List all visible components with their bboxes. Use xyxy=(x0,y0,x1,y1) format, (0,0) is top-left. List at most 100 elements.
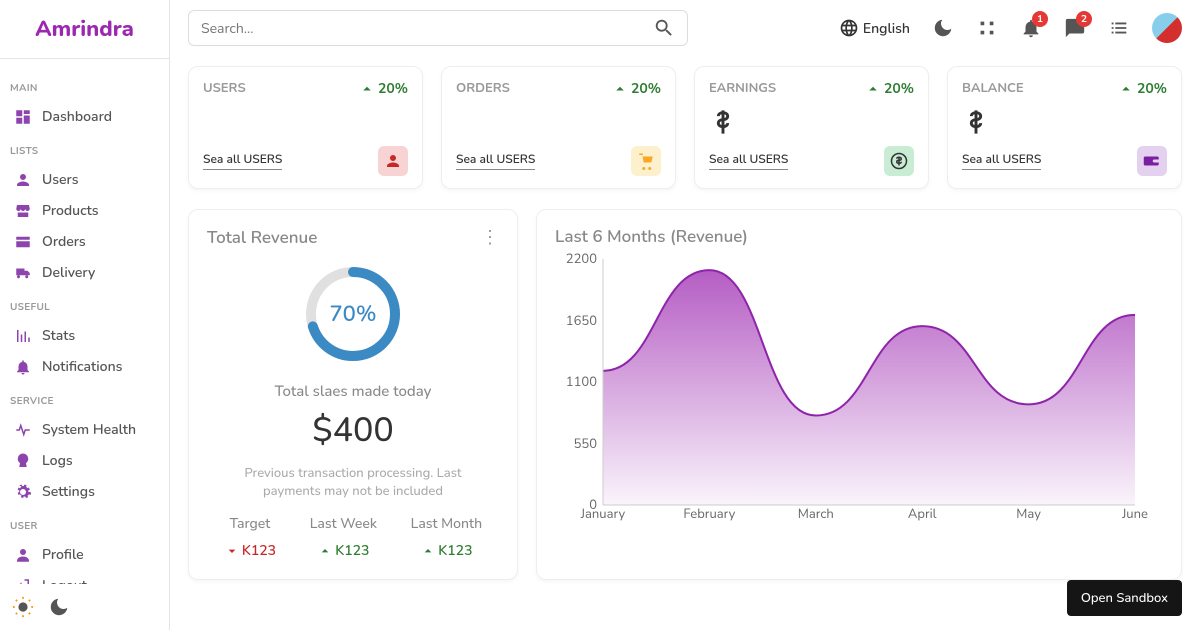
nav-group-title: USEFUL xyxy=(10,300,159,314)
chart-title: Last 6 Months (Revenue) xyxy=(555,226,1163,249)
rev-col-value: K123 xyxy=(224,541,276,560)
chevron-icon xyxy=(224,543,240,559)
bell-icon xyxy=(14,358,32,376)
sidebar-item-users[interactable]: Users xyxy=(10,164,159,195)
moon-icon[interactable] xyxy=(48,596,70,618)
sidebar-item-label: Profile xyxy=(42,545,84,564)
fullscreen-icon[interactable] xyxy=(976,17,998,39)
person-icon xyxy=(378,146,408,176)
sidebar-item-label: System Health xyxy=(42,420,136,439)
profile-icon xyxy=(14,546,32,564)
sidebar-item-products[interactable]: Products xyxy=(10,195,159,226)
revenue-title: Total Revenue xyxy=(207,227,317,250)
revenue-subtitle: Total slaes made today xyxy=(207,382,499,402)
y-tick: 1650 xyxy=(566,312,597,330)
nav-group-title: USER xyxy=(10,519,159,533)
sidebar-item-label: Users xyxy=(42,170,78,189)
widget-value xyxy=(456,104,661,140)
avatar[interactable] xyxy=(1152,13,1182,43)
rev-col-last-week: Last Week K123 xyxy=(310,514,377,560)
widget-pct: 20% xyxy=(864,79,914,98)
sidebar-item-settings[interactable]: Settings xyxy=(10,476,159,507)
sidebar-item-delivery[interactable]: Delivery xyxy=(10,257,159,288)
widget-link[interactable]: Sea all USERS xyxy=(962,152,1041,170)
sidebar-item-profile[interactable]: Profile xyxy=(10,539,159,570)
rev-col-value: K123 xyxy=(310,541,377,560)
dollar-icon xyxy=(709,108,737,136)
widget-link[interactable]: Sea all USERS xyxy=(203,152,282,170)
widget-pct: 20% xyxy=(611,79,661,98)
sidebar-item-notifications[interactable]: Notifications xyxy=(10,351,159,382)
language-selector[interactable]: English xyxy=(839,18,910,38)
sidebar-item-label: Stats xyxy=(42,326,75,345)
sun-icon[interactable] xyxy=(12,596,34,618)
notif-badge: 1 xyxy=(1032,11,1048,27)
widget-value xyxy=(203,104,408,140)
nav-group-title: SERVICE xyxy=(10,394,159,408)
chevron-up-icon xyxy=(611,80,629,98)
list-icon[interactable] xyxy=(1108,17,1130,39)
sidebar-item-logout[interactable]: Logout xyxy=(10,570,159,584)
sidebar-item-stats[interactable]: Stats xyxy=(10,320,159,351)
chevron-up-icon xyxy=(1117,80,1135,98)
sidebar-item-orders[interactable]: Orders xyxy=(10,226,159,257)
brand-logo[interactable]: Amrindra xyxy=(0,0,169,59)
revenue-note: Previous transaction processing. Last pa… xyxy=(207,464,499,500)
sidebar-item-dashboard[interactable]: Dashboard xyxy=(10,101,159,132)
chart-panel: Last 6 Months (Revenue) 0550110016502200… xyxy=(536,209,1182,580)
area-chart: 0550110016502200JanuaryFebruaryMarchApri… xyxy=(555,259,1163,569)
dollar-icon xyxy=(962,108,990,136)
widget-earnings: EARNINGS20%Sea all USERS xyxy=(694,66,929,189)
topbar: English 1 2 xyxy=(188,0,1182,56)
x-tick: May xyxy=(1016,505,1041,575)
sidebar-item-label: Logout xyxy=(42,576,87,584)
widget-link[interactable]: Sea all USERS xyxy=(456,152,535,170)
search-icon[interactable] xyxy=(653,17,675,39)
total-revenue-panel: Total Revenue ⋮ 70% Total slaes made tod… xyxy=(188,209,518,580)
gear-icon xyxy=(14,483,32,501)
progress-value: 70% xyxy=(303,264,403,364)
widget-pct: 20% xyxy=(358,79,408,98)
widget-link[interactable]: Sea all USERS xyxy=(709,152,788,170)
widget-pct: 20% xyxy=(1117,79,1167,98)
sidebar-item-system-health[interactable]: System Health xyxy=(10,414,159,445)
search-box[interactable] xyxy=(188,10,688,46)
chevron-up-icon xyxy=(358,80,376,98)
theme-toggles xyxy=(0,584,169,630)
progress-ring: 70% xyxy=(303,264,403,364)
dashboard-icon xyxy=(14,108,32,126)
y-tick: 2200 xyxy=(566,250,597,268)
widget-title: ORDERS xyxy=(456,79,510,97)
dark-mode-icon[interactable] xyxy=(932,17,954,39)
widget-balance: BALANCE 20% Sea all USERS xyxy=(947,66,1182,189)
x-tick: March xyxy=(798,505,834,575)
revenue-amount: $400 xyxy=(207,408,499,454)
sidebar-item-label: Logs xyxy=(42,451,73,470)
sidebar-item-label: Dashboard xyxy=(42,107,112,126)
x-tick: April xyxy=(908,505,937,575)
truck-icon xyxy=(14,264,32,282)
more-icon[interactable]: ⋮ xyxy=(481,226,499,250)
logout-icon xyxy=(14,577,32,585)
y-tick: 1100 xyxy=(566,373,597,391)
bell-icon[interactable]: 1 xyxy=(1020,17,1042,39)
chat-icon[interactable]: 2 xyxy=(1064,17,1086,39)
sidebar-item-logs[interactable]: Logs xyxy=(10,445,159,476)
x-tick: February xyxy=(683,505,735,575)
dollar-icon xyxy=(884,146,914,176)
open-sandbox-button[interactable]: Open Sandbox xyxy=(1067,580,1182,616)
nav-group-title: MAIN xyxy=(10,81,159,95)
widget-orders: ORDERS 20% Sea all USERS xyxy=(441,66,676,189)
sidebar-item-label: Delivery xyxy=(42,263,95,282)
chevron-icon xyxy=(420,543,436,559)
language-label: English xyxy=(863,19,910,38)
rev-col-last-month: Last MonthK123 xyxy=(411,514,482,560)
logs-icon xyxy=(14,452,32,470)
stats-icon xyxy=(14,327,32,345)
sidebar-item-label: Notifications xyxy=(42,357,122,376)
x-tick: January xyxy=(581,505,625,575)
widget-title: BALANCE xyxy=(962,79,1024,97)
sidebar-item-label: Orders xyxy=(42,232,86,251)
rev-col-title: Last Week xyxy=(310,514,377,533)
search-input[interactable] xyxy=(201,19,653,38)
